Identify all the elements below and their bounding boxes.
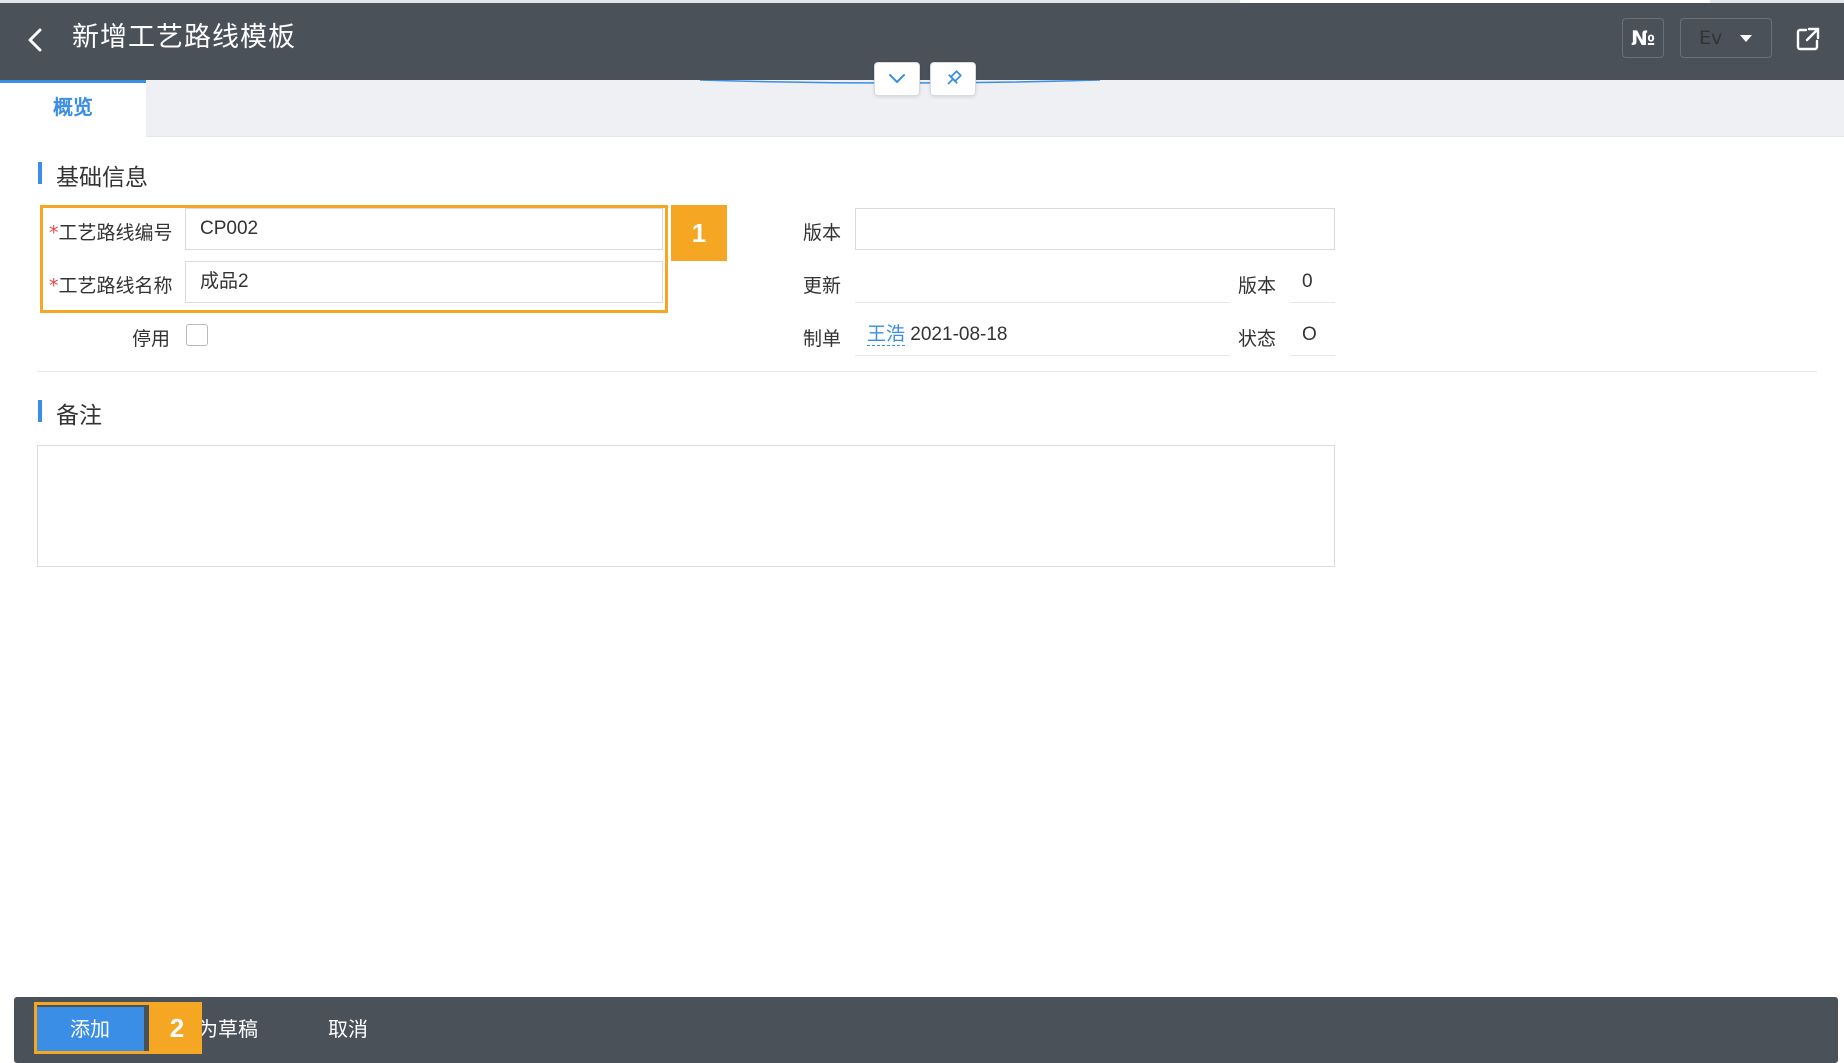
section-divider bbox=[37, 371, 1817, 372]
section-marker bbox=[38, 400, 42, 422]
disabled-label: 停用 bbox=[132, 328, 171, 350]
status-value: O bbox=[1290, 314, 1335, 356]
version-input-label: 版本 bbox=[803, 222, 842, 244]
version-number-value: 0 bbox=[1290, 261, 1335, 303]
section-basic-info-title: 基础信息 bbox=[56, 165, 148, 191]
caret-down-icon bbox=[1740, 35, 1752, 42]
update-field bbox=[855, 261, 1230, 303]
section-basic-info: 基础信息 bbox=[38, 158, 148, 192]
created-date: 2021-08-18 bbox=[910, 324, 1008, 345]
save-draft-button[interactable]: 为草稿 bbox=[198, 1007, 258, 1051]
cancel-button[interactable]: 取消 bbox=[328, 1007, 368, 1051]
disabled-checkbox[interactable] bbox=[186, 324, 208, 346]
version-number-label: 版本 bbox=[1238, 275, 1277, 297]
section-remarks: 备注 bbox=[38, 396, 102, 430]
env-dropdown[interactable]: Ev bbox=[1680, 18, 1772, 58]
page-title: 新增工艺路线模板 bbox=[72, 22, 296, 53]
header-curve bbox=[699, 80, 1101, 84]
number-button[interactable]: № bbox=[1622, 18, 1664, 58]
pin-button[interactable] bbox=[930, 62, 976, 96]
collapse-header-button[interactable] bbox=[874, 62, 920, 96]
created-field: 王浩 2021-08-18 bbox=[855, 314, 1230, 356]
env-label: Ev bbox=[1699, 27, 1723, 49]
highlight-box-1 bbox=[40, 205, 668, 313]
version-input[interactable] bbox=[855, 208, 1335, 250]
step-badge-2: 2 bbox=[152, 1002, 202, 1054]
tab-bar: 概览 bbox=[0, 80, 1844, 137]
created-label: 制单 bbox=[803, 328, 842, 350]
update-label: 更新 bbox=[803, 275, 842, 297]
share-icon[interactable] bbox=[1794, 25, 1822, 53]
app-header: 新增工艺路线模板 № Ev bbox=[0, 0, 1844, 80]
step-badge-1: 1 bbox=[671, 205, 727, 261]
status-label: 状态 bbox=[1238, 328, 1277, 350]
highlight-box-2 bbox=[34, 1002, 152, 1054]
footer-toolbar: 添加 为草稿 取消 bbox=[14, 997, 1838, 1063]
top-strip bbox=[0, 0, 1844, 3]
section-remarks-title: 备注 bbox=[56, 403, 102, 429]
section-marker bbox=[38, 162, 42, 184]
pin-icon bbox=[947, 70, 962, 85]
remarks-textarea[interactable] bbox=[37, 445, 1335, 567]
back-icon[interactable] bbox=[18, 22, 54, 58]
creator-user-link[interactable]: 王浩 bbox=[867, 324, 906, 346]
tab-overview[interactable]: 概览 bbox=[0, 83, 146, 137]
